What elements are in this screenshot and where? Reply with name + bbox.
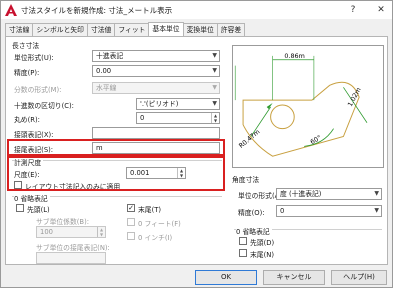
roundoff-input[interactable]: 0 ▲ ▼ xyxy=(136,112,220,124)
chevron-down-icon: ▼ xyxy=(212,67,217,74)
zero-suppress-group-title: 0 省略表記 xyxy=(14,193,50,203)
tab-dimension-lines[interactable]: 寸法線 xyxy=(5,23,34,36)
unit-format-label: 単位形式(U): xyxy=(14,54,54,62)
leading-zero-checkbox[interactable] xyxy=(16,204,24,212)
chevron-down-icon: ▼ xyxy=(212,52,217,59)
angular-leading-label: 先頭(D) xyxy=(250,239,275,247)
primary-units-panel: 長さ寸法 単位形式(U): 十進表記 ▼ 精度(P): 0.00 ▼ 分数の形式… xyxy=(5,36,388,265)
angular-zero-group-title: 0 省略表記 xyxy=(236,226,272,236)
preview-shape xyxy=(242,81,360,157)
trailing-zero-checkbox[interactable]: ✓ xyxy=(127,204,135,212)
sub-unit-factor-input[interactable]: 100 ▲ ▼ xyxy=(36,226,106,238)
fraction-format-select[interactable]: 水平線 ▼ xyxy=(92,82,220,94)
fraction-format-label: 分数の形式(M): xyxy=(14,86,62,94)
sub-unit-factor-value: 100 xyxy=(40,228,53,236)
preview-circle xyxy=(270,104,295,130)
title-bar: 寸法スタイルを新規作成: 寸法_メートル表示 ? ✕ xyxy=(1,1,392,19)
unit-format-value: 十進表記 xyxy=(96,52,124,60)
help-title-button[interactable]: ? xyxy=(345,3,361,17)
chevron-down-icon: ▼ xyxy=(212,84,217,91)
chevron-down-icon: ▼ xyxy=(374,207,379,214)
decimal-separator-select[interactable]: '.'(ピリオド) ▼ xyxy=(136,98,220,110)
dim-text-angle: 60° xyxy=(309,134,323,147)
spinner-arrows-icon[interactable]: ▲ ▼ xyxy=(211,113,219,123)
spinner-arrows-icon[interactable]: ▲ ▼ xyxy=(97,227,105,237)
angular-precision-value: 0 xyxy=(280,207,285,215)
tab-primary-units[interactable]: 基本単位 xyxy=(148,22,184,36)
unit-format-select[interactable]: 十進表記 ▼ xyxy=(92,50,220,62)
leading-zero-label: 先頭(L) xyxy=(27,206,50,214)
linear-group-title: 長さ寸法 xyxy=(12,42,40,50)
angular-precision-select[interactable]: 0 ▼ xyxy=(276,205,382,217)
roundoff-label: 丸め(R): xyxy=(14,116,40,124)
suffix-highlight-box xyxy=(7,139,225,156)
tab-symbols-arrows[interactable]: シンボルと矢印 xyxy=(32,23,88,36)
zero-feet-label: 0 フィート(F) xyxy=(138,220,181,228)
dim-text-top: 0.86m xyxy=(284,52,304,60)
angular-leading-checkbox[interactable] xyxy=(239,237,247,245)
angular-trailing-label: 末尾(N) xyxy=(250,251,274,259)
chevron-down-icon: ▼ xyxy=(212,100,217,107)
dimension-preview: 0.86m 1.02m 60° R0.47m xyxy=(232,45,384,168)
fraction-format-value: 水平線 xyxy=(96,84,117,92)
trailing-zero-label: 末尾(T) xyxy=(138,206,162,214)
cancel-button[interactable]: キャンセル xyxy=(263,270,325,285)
angular-unit-format-value: 度 (十進表記) xyxy=(280,190,322,198)
tab-fit[interactable]: フィット xyxy=(114,23,150,36)
autocad-logo-icon xyxy=(5,4,17,16)
close-button[interactable]: ✕ xyxy=(373,3,389,17)
precision-value: 0.00 xyxy=(96,67,112,75)
ok-button[interactable]: OK xyxy=(195,270,257,285)
angular-unit-format-select[interactable]: 度 (十進表記) ▼ xyxy=(276,188,382,200)
dim-text-radius: R0.47m xyxy=(237,128,261,150)
sub-unit-suffix-label: サブ単位の接尾表記(N): xyxy=(36,244,110,252)
sub-unit-suffix-input[interactable] xyxy=(36,252,106,264)
tab-text[interactable]: 寸法値 xyxy=(86,23,116,36)
angular-trailing-checkbox[interactable] xyxy=(239,249,247,257)
tab-strip: 寸法線 シンボルと矢印 寸法値 フィット 基本単位 変換単位 許容差 xyxy=(5,22,246,36)
zero-inch-checkbox[interactable] xyxy=(127,232,135,240)
prefix-input[interactable] xyxy=(92,127,220,139)
dim-text-right: 1.02m xyxy=(346,86,363,108)
decimal-separator-label: 十進数の区切り(C): xyxy=(14,102,74,110)
prefix-label: 接頭表記(X): xyxy=(14,131,54,139)
precision-select[interactable]: 0.00 ▼ xyxy=(92,65,220,77)
scale-highlight-box xyxy=(7,156,225,191)
dialog-window: 寸法スタイルを新規作成: 寸法_メートル表示 ? ✕ 寸法線 シンボルと矢印 寸… xyxy=(0,0,393,288)
sub-unit-factor-label: サブ単位係数(B): xyxy=(36,218,90,226)
decimal-separator-value: '.'(ピリオド) xyxy=(140,100,179,108)
tab-alternate-units[interactable]: 変換単位 xyxy=(182,23,218,36)
zero-feet-checkbox[interactable] xyxy=(127,218,135,226)
tab-tolerances[interactable]: 許容差 xyxy=(216,23,246,36)
chevron-down-icon: ▼ xyxy=(374,190,379,197)
roundoff-value: 0 xyxy=(140,114,145,122)
window-title: 寸法スタイルを新規作成: 寸法_メートル表示 xyxy=(21,6,173,15)
help-button[interactable]: ヘルプ(H) xyxy=(331,270,387,285)
angular-group-title: 角度寸法 xyxy=(232,176,260,184)
angular-precision-label: 精度(O): xyxy=(238,209,265,217)
zero-inch-label: 0 インチ(I) xyxy=(138,234,173,242)
precision-label: 精度(P): xyxy=(14,69,40,77)
